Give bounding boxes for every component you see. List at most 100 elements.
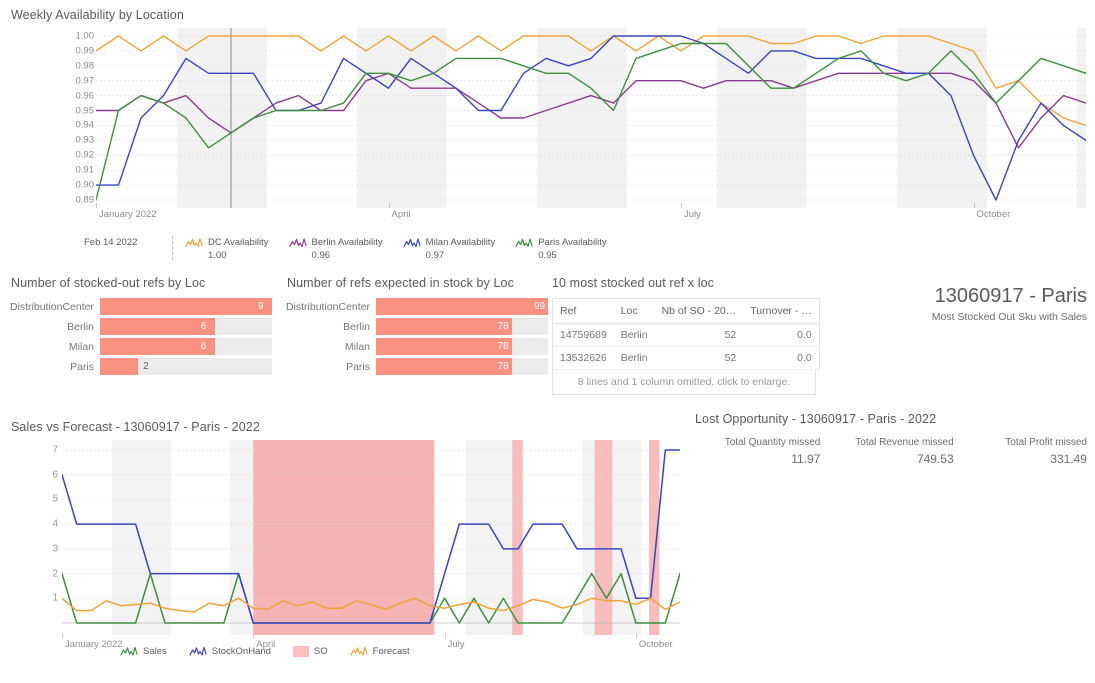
kpi-value: 749.53: [916, 452, 954, 466]
most-stocked-out-table[interactable]: Ref Loc Nb of SO - 20… Turnover - … 1475968…: [552, 298, 820, 370]
bar-row[interactable]: Milan 78: [276, 338, 548, 355]
legend-label: Milan Availability: [425, 237, 496, 248]
bar-fill: [376, 338, 512, 355]
legend-item-stockonhand[interactable]: StockOnHand: [189, 645, 271, 657]
x-tick-mark-top: [681, 203, 682, 208]
table-cell-loc: Berlin: [613, 323, 655, 347]
y-tick-top: 0.92: [75, 149, 95, 161]
legend-label: Sales: [143, 645, 167, 657]
table-cell-ref: 13532626: [552, 346, 614, 370]
panel-title-sales-vs-forecast: Sales vs Forecast - 13060917 - Paris - 2…: [11, 420, 260, 434]
legend-value: 0.95: [538, 250, 557, 261]
bar-row[interactable]: DistributionCenter 99: [276, 298, 548, 315]
bar-row[interactable]: DistributionCenter 9: [0, 298, 272, 315]
table-row[interactable]: 14759689 Berlin 52 0.0: [552, 323, 820, 347]
stockout-region: [253, 440, 435, 635]
sparkline-icon: [185, 236, 203, 249]
kpi-metric: Total Profit missed 331.49: [962, 436, 1095, 468]
weekly-availability-line-chart[interactable]: [96, 28, 1086, 208]
table-row[interactable]: 13532626 Berlin 52 0.0: [552, 346, 820, 370]
y-tick-top: 0.98: [75, 60, 95, 72]
bar-label: Paris: [346, 360, 370, 373]
y-tick-bottom: 3: [52, 543, 58, 555]
legend-value: 1.00: [208, 250, 227, 261]
y-tick-bottom: 5: [52, 493, 58, 505]
kpi-metric: Total Quantity missed 11.97: [695, 436, 828, 468]
bar-label: DistributionCenter: [9, 300, 94, 313]
bar-label: Milan: [344, 340, 370, 353]
panel-title-expected-in-stock: Number of refs expected in stock by Loc: [287, 276, 514, 290]
panel-title-stocked-out: Number of stocked-out refs by Loc: [11, 276, 206, 290]
sku-title: 13060917 - Paris: [934, 285, 1087, 307]
sales-vs-forecast-plot-area[interactable]: 7 6 5 4 3 2 1: [0, 440, 690, 635]
expected-in-stock-bar-list: DistributionCenter 99 Berlin 78 Milan 78 Paris…: [276, 298, 548, 375]
legend-label: SO: [313, 645, 328, 657]
legend-label: StockOnHand: [211, 645, 271, 657]
x-tick-bottom: January 2022: [65, 639, 123, 650]
x-tick-top: January 2022: [99, 209, 157, 220]
x-tick-top: July: [684, 209, 701, 220]
x-axis-labels-top: January 2022 April July October: [96, 203, 1086, 225]
table-cell-turnover: 0.0: [743, 323, 820, 347]
table-column-header[interactable]: Ref: [552, 298, 614, 324]
bar-row[interactable]: Paris 2: [0, 358, 272, 375]
kpi-metric: Total Revenue missed 749.53: [828, 436, 961, 468]
x-tick-mark-bottom: [62, 633, 63, 638]
y-axis-labels-top: 1.00 0.99 0.98 0.97 0.96 0.95 0.94 0.93 0.92 0.91…: [58, 28, 95, 208]
sparkline-icon: [403, 236, 421, 249]
legend-value: 0.97: [425, 250, 445, 261]
bar-track: 9: [100, 298, 272, 315]
legend-item-paris-availability[interactable]: Paris Availability 0.95: [515, 236, 607, 262]
x-tick-mark-top: [388, 203, 390, 208]
sparkline-icon: [189, 645, 207, 657]
x-tick-mark-bottom: [253, 633, 255, 638]
bar-row[interactable]: Berlin 6: [0, 318, 272, 335]
sparkline-icon: [350, 645, 368, 657]
bar-label: Berlin: [67, 320, 94, 333]
bar-row[interactable]: Berlin 78: [276, 318, 548, 335]
y-tick-top: 0.93: [75, 134, 95, 146]
sparkline-icon: [120, 645, 138, 657]
sales-vs-forecast-legend[interactable]: Sales StockOnHand SO Forecast: [120, 645, 432, 657]
legend-item-berlin-availability[interactable]: Berlin Availability 0.96: [288, 236, 383, 262]
expected-in-stock-panel: Number of refs expected in stock by Loc …: [276, 276, 548, 378]
kpi-label: Total Profit missed: [1005, 437, 1087, 448]
bar-label: Paris: [70, 360, 94, 373]
legend-item-sales[interactable]: Sales: [120, 645, 167, 657]
x-tick-mark-top: [96, 203, 97, 208]
sales-vs-forecast-panel: Sales vs Forecast - 13060917 - Paris - 2…: [0, 408, 690, 683]
bar-fill: [100, 298, 272, 315]
legend-item-forecast[interactable]: Forecast: [350, 645, 410, 657]
kpi-label: Total Revenue missed: [855, 437, 954, 448]
bar-value: 9: [258, 301, 264, 312]
legend-item-so[interactable]: SO: [292, 645, 328, 657]
table-header-row: Ref Loc Nb of SO - 20… Turnover - …: [552, 298, 820, 324]
bar-track: 6: [100, 318, 272, 335]
bar-row[interactable]: Paris 78: [276, 358, 548, 375]
y-tick-bottom: 4: [52, 518, 58, 530]
legend-item-dc-availability[interactable]: DC Availability 1.00: [185, 236, 269, 262]
bar-value: 99: [534, 301, 546, 312]
panel-title-weekly-availability: Weekly Availability by Location: [11, 8, 184, 22]
lost-opportunity-metrics: Total Quantity missed 11.97 Total Revenue …: [695, 436, 1095, 468]
table-body[interactable]: 14759689 Berlin 52 0.0 13532626 Berlin 52 0.0: [552, 323, 820, 370]
table-omitted-footnote[interactable]: 8 lines and 1 column omitted, click to e…: [552, 370, 816, 395]
bar-fill: [376, 318, 512, 335]
bar-track: 78: [376, 358, 548, 375]
y-tick-bottom: 1: [52, 592, 58, 604]
table-column-header[interactable]: Loc: [613, 298, 655, 324]
most-stocked-out-table-panel: 10 most stocked out ref x loc Ref Loc Nb o…: [552, 276, 822, 395]
legend-label: Paris Availability: [538, 237, 607, 248]
panel-title-most-stocked-out: 10 most stocked out ref x loc: [552, 276, 715, 290]
bar-value: 78: [497, 361, 509, 372]
bar-fill: [100, 318, 215, 335]
bar-label: DistributionCenter: [285, 300, 370, 313]
legend-item-milan-availability[interactable]: Milan Availability 0.97: [403, 236, 496, 262]
y-tick-bottom: 7: [52, 444, 58, 456]
weekly-availability-legend[interactable]: Feb 14 2022 DC Availability 1.00 Berlin Av…: [84, 236, 627, 262]
sales-vs-forecast-line-chart[interactable]: [62, 440, 680, 635]
bar-row[interactable]: Milan 6: [0, 338, 272, 355]
weekly-availability-plot-area[interactable]: 1.00 0.99 0.98 0.97 0.96 0.95 0.94 0.93 0.92 0.91…: [0, 28, 1095, 208]
y-tick-bottom: 2: [52, 568, 58, 580]
table-column-header[interactable]: Nb of SO - 20…: [654, 298, 744, 324]
